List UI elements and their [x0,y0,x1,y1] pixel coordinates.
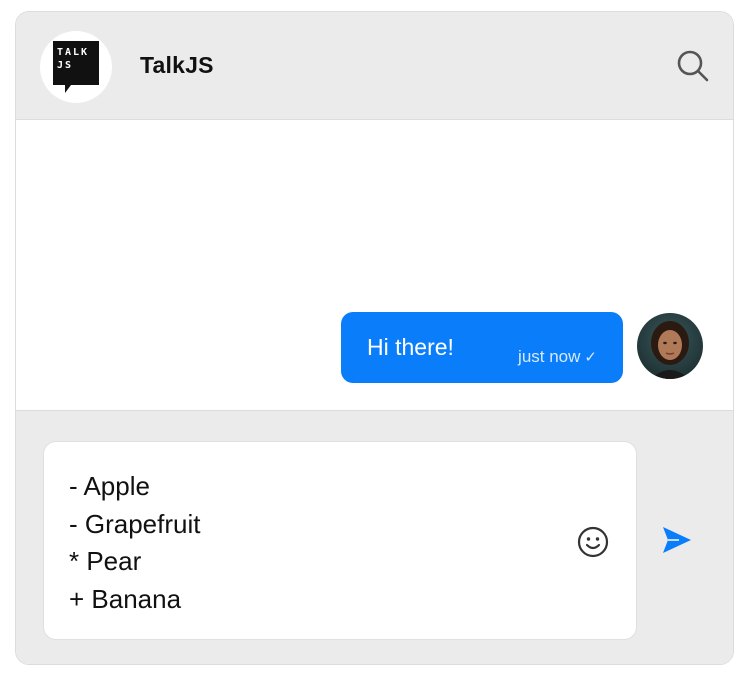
message-input[interactable]: - Apple - Grapefruit * Pear + Banana [43,441,637,640]
logo-icon: TALK JS [53,41,99,93]
send-icon [663,527,691,553]
logo-text-line2: JS [57,60,73,71]
message-meta: just now ✓ [518,347,597,367]
input-line: - Apple [69,471,150,501]
search-button[interactable] [675,48,711,84]
sender-avatar[interactable] [637,313,703,379]
message-text: Hi there! [367,334,454,360]
send-button[interactable] [661,525,693,555]
chatbox: TALK JS TalkJS Hi there! just now ✓ - Ap… [15,11,734,665]
input-line: - Grapefruit [69,508,201,539]
talkjs-logo: TALK JS [40,31,112,103]
avatar-woman-icon [637,313,703,379]
message-input-text[interactable]: - Apple - Grapefruit * Pear + Banana [69,468,201,618]
input-line: * Pear [69,546,142,576]
message-list: Hi there! just now ✓ [16,120,733,410]
check-icon: ✓ [584,349,597,366]
conversation-title: TalkJS [140,52,214,78]
input-line: + Banana [69,583,182,614]
search-icon [677,50,709,82]
smiley-icon [577,526,609,558]
emoji-button[interactable] [577,526,609,558]
chat-header: TALK JS TalkJS [16,12,733,120]
composer-area: - Apple - Grapefruit * Pear + Banana [16,410,733,664]
logo-text-line1: TALK [57,47,89,58]
message-bubble[interactable]: Hi there! just now ✓ [341,312,623,383]
message-time: just now [518,347,581,366]
